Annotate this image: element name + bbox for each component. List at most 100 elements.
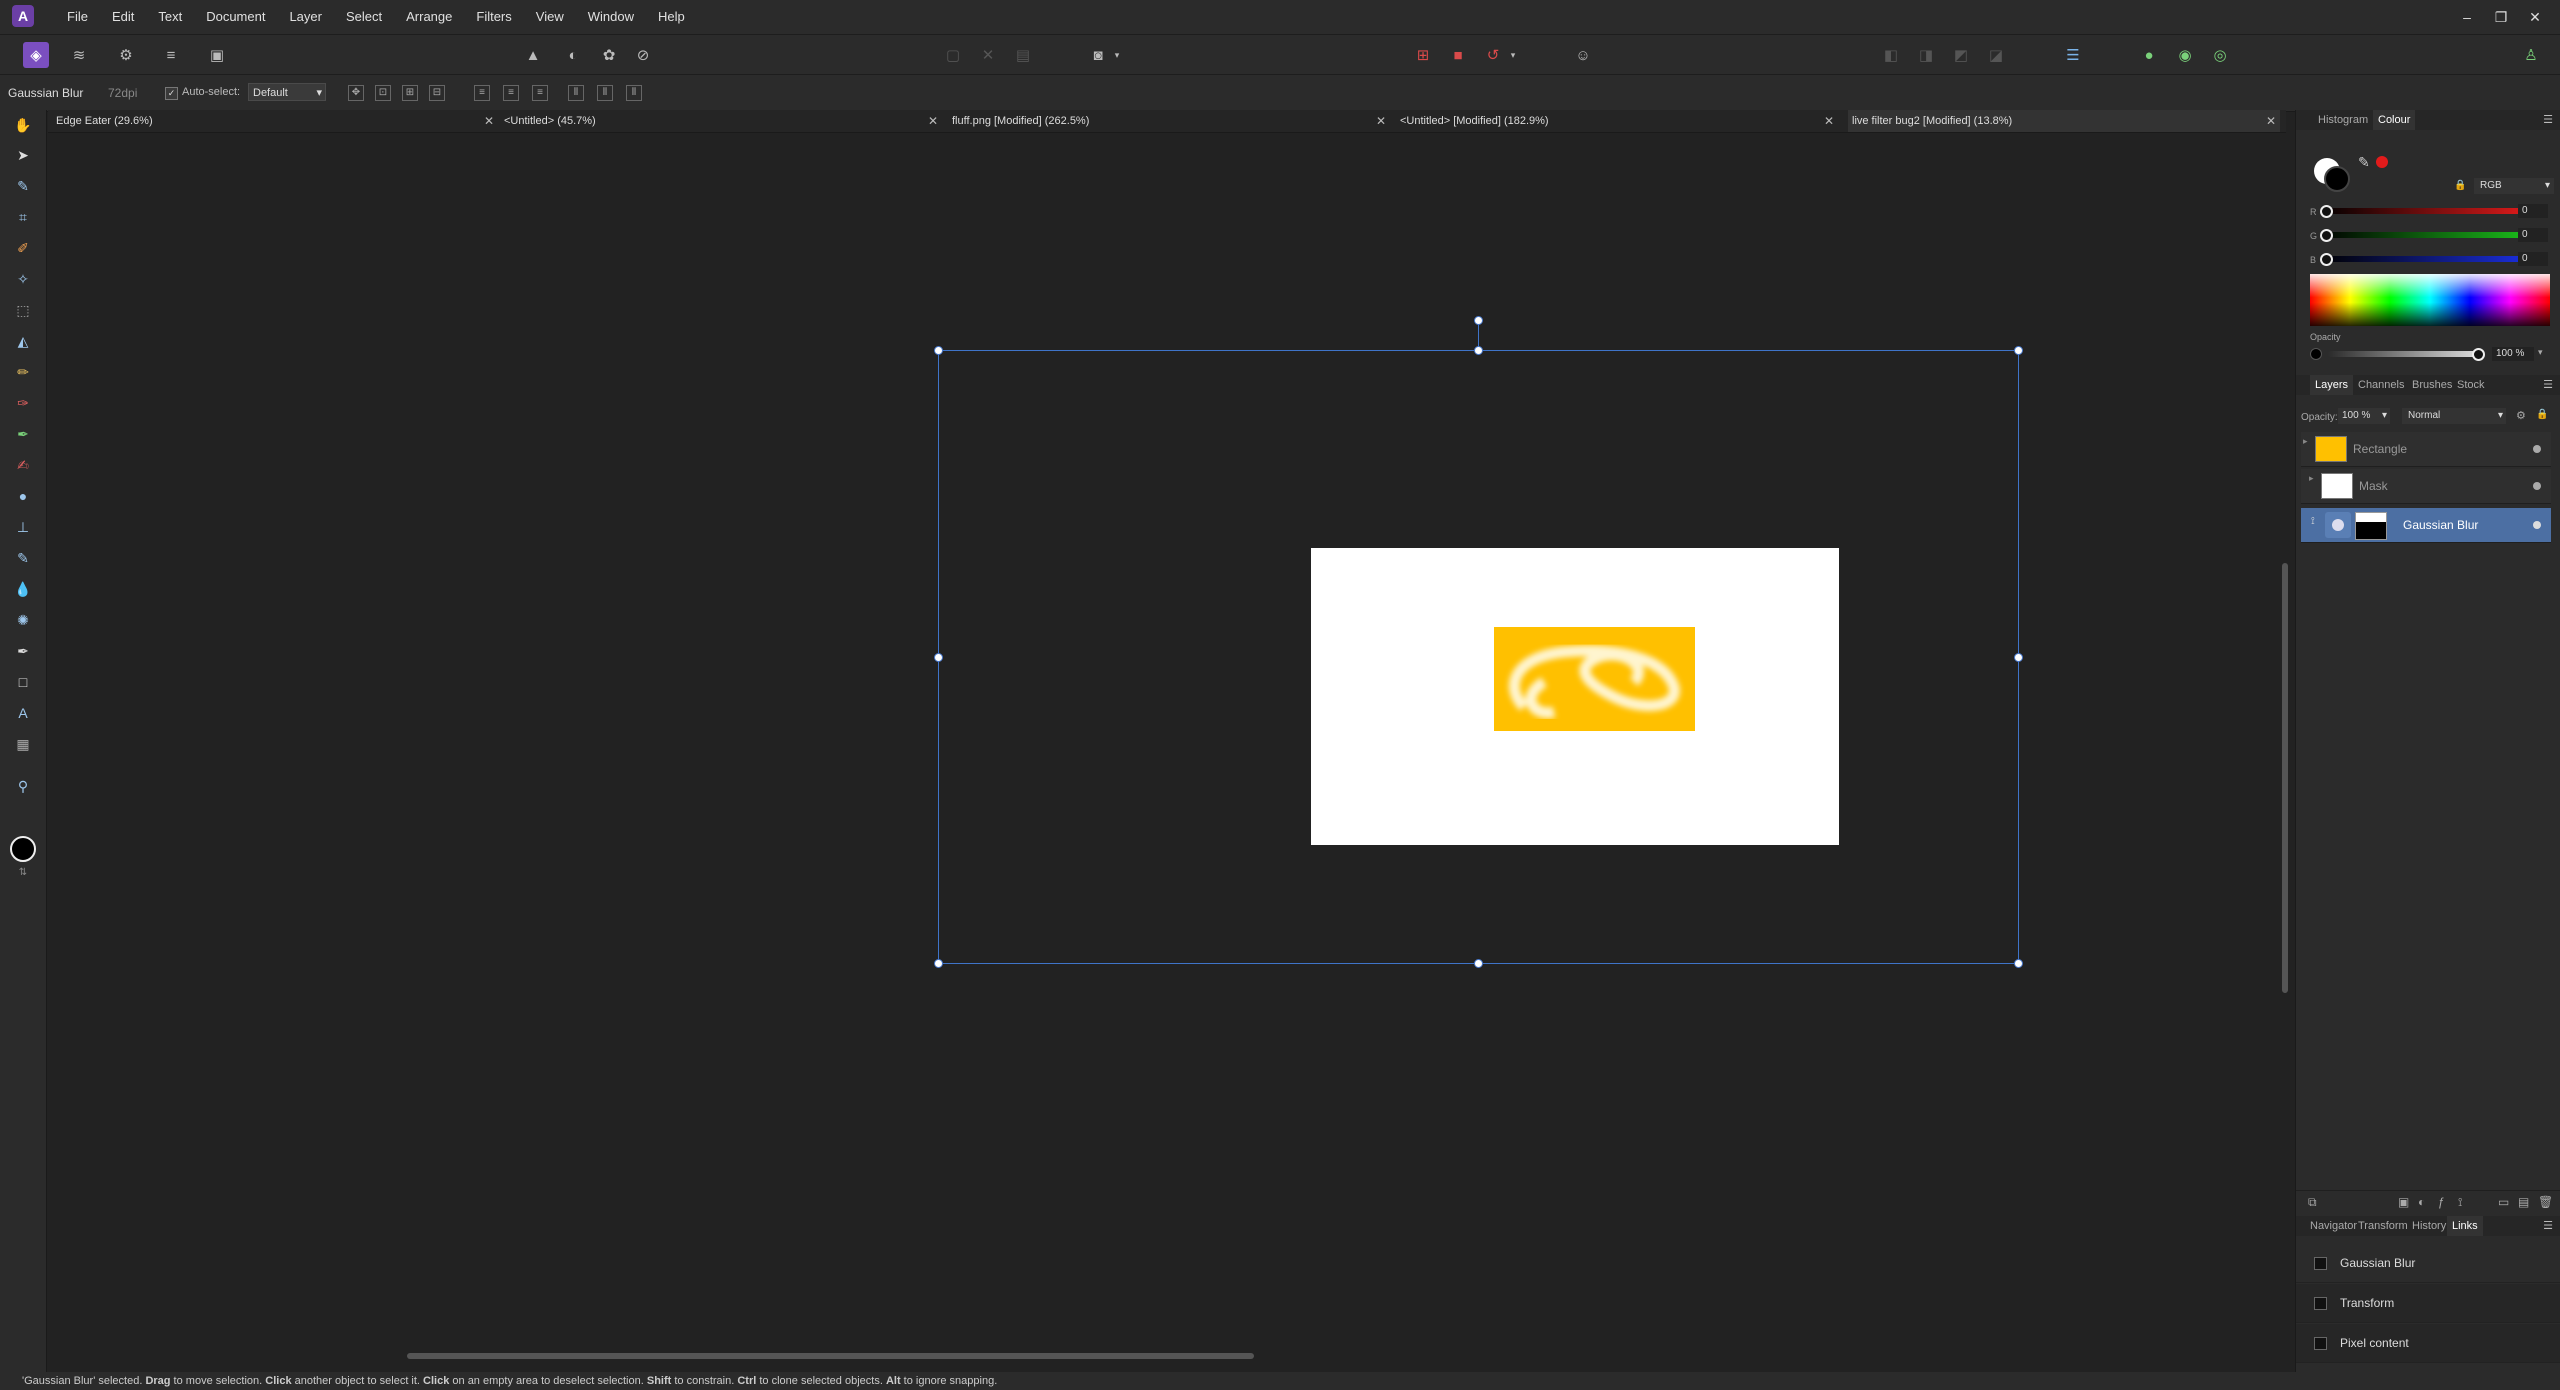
invert-selection-icon[interactable]: ▤: [1010, 42, 1036, 68]
blue-slider[interactable]: [2321, 256, 2531, 262]
tab-transform[interactable]: Transform: [2358, 1216, 2408, 1236]
marquee-tool-icon[interactable]: ⬚: [12, 299, 34, 321]
resize-handle-bottom[interactable]: [1474, 959, 1483, 968]
arrange-forward-icon[interactable]: ◩: [1948, 42, 1974, 68]
close-icon[interactable]: ✕: [1824, 110, 1834, 132]
designer-link-icon[interactable]: ◉: [2172, 42, 2198, 68]
app-logo-icon[interactable]: A: [12, 5, 34, 27]
red-slider-knob[interactable]: [2320, 205, 2333, 218]
assistant-manager-icon[interactable]: ☺: [1570, 42, 1596, 68]
quick-mask-icon[interactable]: ◙: [1085, 42, 1111, 68]
layer-opacity-field[interactable]: 100 % ▾: [2338, 408, 2390, 424]
close-icon[interactable]: ✕: [1376, 110, 1386, 132]
link-row-pixel-content[interactable]: Pixel content: [2296, 1324, 2560, 1363]
close-icon[interactable]: ✕: [928, 110, 938, 132]
layer-row-mask[interactable]: ▸ Mask: [2301, 469, 2551, 504]
selection-bounding-box[interactable]: [938, 350, 2019, 964]
arrange-back-icon[interactable]: ◧: [1878, 42, 1904, 68]
resize-handle-bottom-right[interactable]: [2014, 959, 2023, 968]
auto-contrast-icon[interactable]: ◐: [560, 42, 586, 68]
auto-select-dropdown[interactable]: Default ▾: [248, 83, 326, 101]
auto-levels-icon[interactable]: ▲: [520, 42, 546, 68]
blue-slider-knob[interactable]: [2320, 253, 2333, 266]
layer-lock-icon[interactable]: 🔒: [2536, 409, 2548, 420]
horizontal-scrollbar-thumb[interactable]: [407, 1353, 1254, 1359]
eyedropper-icon[interactable]: ✎: [2358, 154, 2370, 171]
tab-colour[interactable]: Colour: [2373, 110, 2416, 130]
shape-tool-icon[interactable]: □: [12, 671, 34, 693]
menu-edit[interactable]: Edit: [100, 0, 146, 34]
inpainting-tool-icon[interactable]: ⊥: [12, 516, 34, 538]
tab-edge-eater[interactable]: Edge Eater (29.6%) ✕: [56, 110, 496, 132]
add-pixel-layer-icon[interactable]: ▤: [2518, 1195, 2529, 1209]
link-checkbox[interactable]: [2314, 1337, 2327, 1350]
tab-histogram[interactable]: Histogram: [2318, 110, 2368, 130]
color-picker-tool-icon[interactable]: ✎: [12, 175, 34, 197]
align-top-icon[interactable]: ⫴: [568, 85, 584, 101]
liquify-persona-icon[interactable]: ≋: [66, 42, 92, 68]
horizontal-scrollbar[interactable]: [47, 1350, 2279, 1362]
develop-persona-icon[interactable]: ⚙: [113, 42, 139, 68]
adjustment-icon[interactable]: ◐: [2418, 1195, 2425, 1209]
paint-brush-tool-icon[interactable]: ✏: [12, 361, 34, 383]
zoom-tool-icon[interactable]: ⚲: [12, 775, 34, 797]
resize-handle-left[interactable]: [934, 653, 943, 662]
expand-icon[interactable]: ▸: [2303, 436, 2313, 462]
vertical-scrollbar[interactable]: [2279, 133, 2291, 1350]
show-dimensions-icon[interactable]: ⊟: [429, 85, 445, 101]
minimize-button[interactable]: –: [2450, 0, 2484, 34]
tab-navigator[interactable]: Navigator: [2310, 1216, 2357, 1236]
blemish-removal-tool-icon[interactable]: ●: [12, 485, 34, 507]
tab-layers[interactable]: Layers: [2310, 375, 2354, 395]
link-row-transform[interactable]: Transform: [2296, 1284, 2560, 1323]
align-middle-icon[interactable]: ⫴: [597, 85, 613, 101]
link-checkbox[interactable]: [2314, 1257, 2327, 1270]
green-slider[interactable]: [2321, 232, 2531, 238]
restore-button[interactable]: ❐: [2484, 0, 2518, 34]
publisher-link-icon[interactable]: ◎: [2207, 42, 2233, 68]
delete-layer-icon[interactable]: 🗑: [2538, 1195, 2553, 1209]
pen-tool-icon[interactable]: ✒: [12, 640, 34, 662]
tab-untitled-modified[interactable]: <Untitled> [Modified] (182.9%) ✕: [1400, 110, 1840, 132]
tab-fluff-png[interactable]: fluff.png [Modified] (262.5%) ✕: [952, 110, 1392, 132]
close-icon[interactable]: ✕: [484, 110, 494, 132]
green-slider-knob[interactable]: [2320, 229, 2333, 242]
brush-icon[interactable]: ⟟: [2458, 1195, 2462, 1210]
align-center-icon[interactable]: ≡: [503, 85, 519, 101]
transform-origin-icon[interactable]: ✥: [348, 85, 364, 101]
blur-brush-tool-icon[interactable]: 💧: [12, 578, 34, 600]
clone-brush-tool-icon[interactable]: ✍: [12, 454, 34, 476]
primary-colour-well[interactable]: [10, 836, 36, 862]
selection-brush-tool-icon[interactable]: ✐: [12, 237, 34, 259]
live-filter-add-icon[interactable]: ƒ: [2438, 1195, 2445, 1209]
colour-model-dropdown[interactable]: RGB ▾: [2474, 178, 2554, 194]
photo-persona-icon[interactable]: ◈: [23, 42, 49, 68]
deselect-icon[interactable]: ✕: [975, 42, 1001, 68]
colour-spectrum[interactable]: [2310, 274, 2550, 326]
layer-settings-icon[interactable]: ⚙: [2516, 409, 2526, 422]
opacity-slider-knob[interactable]: [2472, 348, 2485, 361]
menu-text[interactable]: Text: [146, 0, 194, 34]
layer-effects-icon[interactable]: ⧉: [2308, 1195, 2317, 1210]
layer-row-rectangle[interactable]: ▸ Rectangle: [2301, 432, 2551, 467]
auto-white-balance-icon[interactable]: ⊘: [630, 42, 656, 68]
account-icon[interactable]: ♙: [2518, 42, 2544, 68]
menu-select[interactable]: Select: [334, 0, 394, 34]
undo-history-icon[interactable]: ↺: [1480, 42, 1506, 68]
menu-arrange[interactable]: Arrange: [394, 0, 464, 34]
red-eye-tool-icon[interactable]: ✺: [12, 609, 34, 631]
tab-live-filter-bug2[interactable]: live filter bug2 [Modified] (13.8%) ✕: [1848, 110, 2280, 132]
crop-tool-icon[interactable]: ⌗: [12, 206, 34, 228]
expand-icon[interactable]: ▸: [2309, 473, 2319, 499]
view-tool-icon[interactable]: ✋: [12, 114, 34, 136]
text-tool-icon[interactable]: A: [12, 702, 34, 724]
move-tool-icon[interactable]: ➤: [12, 144, 34, 166]
group-icon[interactable]: ▭: [2498, 1195, 2509, 1209]
picked-colour-swatch[interactable]: [2376, 156, 2388, 168]
align-bottom-icon[interactable]: ⫴: [626, 85, 642, 101]
visibility-toggle[interactable]: [2533, 445, 2541, 453]
panel-menu-icon[interactable]: ☰: [2543, 375, 2553, 395]
dodge-brush-tool-icon[interactable]: ✒: [12, 423, 34, 445]
red-value-field[interactable]: 0: [2518, 204, 2548, 218]
visibility-toggle[interactable]: [2533, 521, 2541, 529]
